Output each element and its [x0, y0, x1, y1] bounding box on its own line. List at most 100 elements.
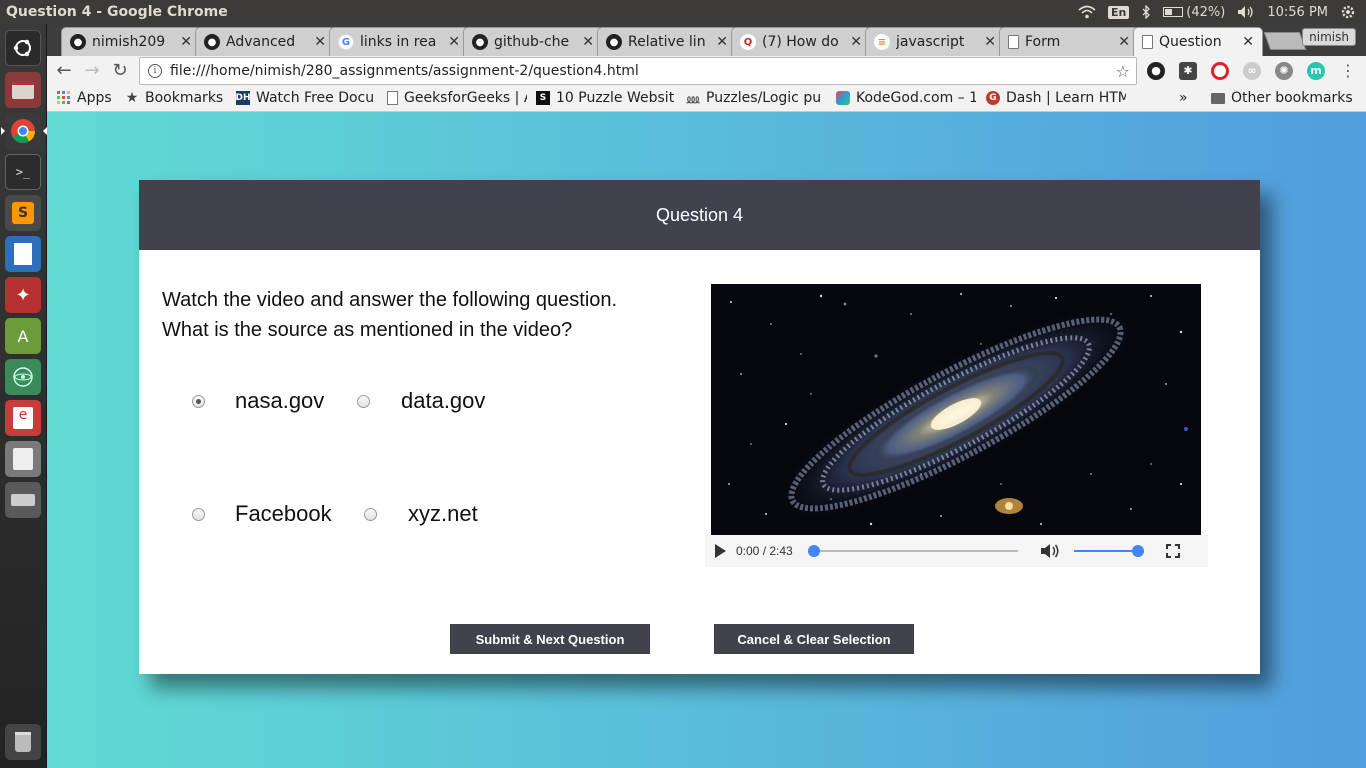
tab-close-icon[interactable]: ✕	[1118, 34, 1130, 50]
tab-label: Question	[1159, 34, 1222, 50]
bookmark-dash[interactable]: G Dash | Learn HTM	[986, 90, 1126, 106]
chevron-double-right-icon: »	[1179, 90, 1188, 106]
menu-icon[interactable]: ⋮	[1337, 60, 1359, 82]
bookmark-10-puzzle-websit[interactable]: S 10 Puzzle Websit	[536, 90, 676, 106]
gear-icon[interactable]	[1340, 4, 1356, 20]
question-line: Watch the video and answer the following…	[162, 289, 618, 311]
terminal-icon[interactable]: >_	[5, 154, 41, 190]
address-bar[interactable]: i file:///home/nimish/280_assignments/as…	[139, 57, 1137, 85]
video-frame[interactable]	[711, 284, 1201, 535]
bookmark-geeksforgeeks[interactable]: GeeksforGeeks | A	[387, 90, 527, 106]
volume-handle[interactable]	[1132, 545, 1144, 557]
dash-icon: G	[986, 91, 1000, 105]
extension-icon[interactable]: ∞	[1243, 62, 1261, 80]
browser-tab[interactable]: G links in rea ✕	[329, 27, 469, 56]
answer-option[interactable]: data.gov	[357, 388, 485, 414]
files-icon[interactable]	[5, 72, 41, 108]
volume-slider[interactable]	[1074, 545, 1144, 557]
browser-tab[interactable]: Q (7) How do ✕	[731, 27, 871, 56]
opera-icon[interactable]	[1211, 62, 1229, 80]
radio-button-data[interactable]	[357, 394, 370, 408]
browser-tab-active[interactable]: Question ✕	[1133, 27, 1263, 56]
puzzle-icon: ⅏	[686, 91, 700, 106]
chrome-icon[interactable]	[1, 113, 47, 149]
bookmark-kodegod[interactable]: KodeGod.com – 1	[836, 90, 976, 106]
browser-toolbar: ← → ↻ i file:///home/nimish/280_assignme…	[47, 56, 1366, 86]
clock[interactable]: 10:56 PM	[1267, 5, 1328, 20]
option-label: xyz.net	[408, 501, 478, 526]
libreoffice-writer-icon[interactable]	[5, 236, 41, 272]
tab-label: Relative lin	[628, 34, 706, 50]
browser-tab[interactable]: ● github-che ✕	[463, 27, 603, 56]
wifi-icon[interactable]	[1078, 5, 1096, 19]
tab-close-icon[interactable]: ✕	[716, 34, 728, 50]
reload-icon[interactable]: ↻	[109, 60, 131, 82]
browser-tab[interactable]: ● Advanced ✕	[195, 27, 335, 56]
other-bookmarks[interactable]: Other bookmarks	[1211, 90, 1353, 106]
fullscreen-corner	[1175, 553, 1180, 558]
fullscreen-icon[interactable]	[1166, 544, 1180, 558]
tab-close-icon[interactable]: ✕	[1242, 34, 1254, 50]
page-title: Question 4	[655, 204, 744, 225]
tab-close-icon[interactable]: ✕	[448, 34, 460, 50]
bookmark-apps[interactable]: Apps	[57, 90, 112, 106]
bookmark-puzzles-logic[interactable]: ⅏ Puzzles/Logic pu	[686, 90, 826, 106]
bookmark-watch-free-docu[interactable]: DH Watch Free Docu	[236, 90, 376, 106]
browser-tab[interactable]: ≡ javascript ✕	[865, 27, 1005, 56]
trash-icon[interactable]	[5, 724, 41, 760]
bookmark-label: Puzzles/Logic pu	[706, 90, 822, 106]
ubuntu-dash-icon[interactable]	[5, 30, 41, 66]
answer-option[interactable]: Facebook	[192, 501, 332, 527]
option-label: Facebook	[235, 501, 332, 526]
answer-option[interactable]: nasa.gov	[192, 388, 324, 414]
tab-label: nimish209	[92, 34, 166, 50]
text-editor-icon[interactable]	[5, 441, 41, 477]
bookmark-bookmarks[interactable]: ★ Bookmarks	[125, 90, 224, 106]
url-text: file:///home/nimish/280_assignments/assi…	[170, 63, 639, 79]
back-arrow-icon[interactable]: ←	[53, 60, 75, 82]
battery-indicator[interactable]: (42%)	[1163, 5, 1225, 20]
bookmark-star-icon[interactable]: ☆	[1116, 62, 1130, 81]
browser-tab[interactable]: ● nimish209 ✕	[61, 27, 201, 56]
browser-tab[interactable]: ● Relative lin ✕	[597, 27, 737, 56]
extension-icon[interactable]: ✱	[1179, 62, 1197, 80]
tab-close-icon[interactable]: ✕	[314, 34, 326, 50]
forward-arrow-icon[interactable]: →	[81, 60, 103, 82]
sublime-text-icon[interactable]: S	[5, 195, 41, 231]
play-icon[interactable]	[715, 544, 726, 558]
settings-icon[interactable]: ✦	[5, 277, 41, 313]
profile-button[interactable]: nimish	[1302, 28, 1356, 46]
tab-close-icon[interactable]: ✕	[850, 34, 862, 50]
extension-icon[interactable]: ●	[1147, 62, 1165, 80]
info-icon[interactable]: i	[148, 64, 162, 78]
bug-icon[interactable]: ✺	[1275, 62, 1293, 80]
bluetooth-icon[interactable]	[1141, 5, 1151, 19]
bookmark-label: KodeGod.com – 1	[856, 90, 976, 106]
bookmark-label: Other bookmarks	[1231, 90, 1353, 106]
pdf-reader-icon[interactable]: e	[5, 400, 41, 436]
radio-button-xyz[interactable]	[364, 507, 377, 521]
tab-close-icon[interactable]: ✕	[984, 34, 996, 50]
video-seek-bar[interactable]	[808, 545, 1018, 557]
radio-button-nasa[interactable]	[192, 394, 205, 408]
atom-icon[interactable]	[5, 359, 41, 395]
more-bookmarks-button[interactable]: »	[1179, 90, 1188, 106]
volume-icon[interactable]	[1237, 5, 1255, 19]
volume-icon[interactable]	[1040, 543, 1060, 559]
new-tab-button[interactable]	[1263, 32, 1307, 50]
submit-next-button[interactable]: Submit & Next Question	[450, 624, 650, 654]
answer-option[interactable]: xyz.net	[364, 501, 478, 527]
android-studio-icon[interactable]: A	[5, 318, 41, 354]
system-tray: En (42%) 10:56 PM	[1078, 4, 1366, 20]
tab-close-icon[interactable]: ✕	[582, 34, 594, 50]
battery-icon	[1163, 7, 1184, 17]
radio-button-facebook[interactable]	[192, 507, 205, 521]
card-header: Question 4	[139, 180, 1260, 250]
disks-icon[interactable]	[5, 482, 41, 518]
browser-tab[interactable]: Form ✕	[999, 27, 1139, 56]
cancel-clear-button[interactable]: Cancel & Clear Selection	[714, 624, 914, 654]
extension-icon[interactable]: m	[1307, 62, 1325, 80]
seek-handle[interactable]	[808, 545, 820, 557]
tab-close-icon[interactable]: ✕	[180, 34, 192, 50]
keyboard-layout-indicator[interactable]: En	[1107, 5, 1130, 19]
